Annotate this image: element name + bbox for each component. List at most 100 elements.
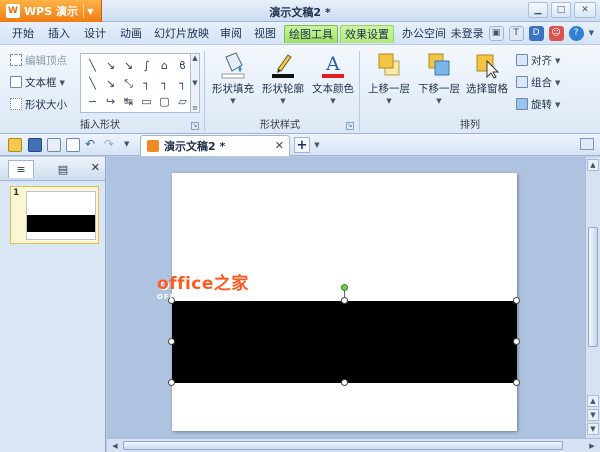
chevron-down-icon[interactable]: ▼: [589, 29, 594, 37]
text-color-button[interactable]: A 文本颜色 ▼: [308, 51, 358, 105]
close-button[interactable]: ✕: [574, 2, 596, 18]
line-shape-icon[interactable]: ╲: [84, 57, 101, 74]
tab-view[interactable]: 视图: [250, 25, 280, 43]
customize-toolbar-icon[interactable]: ▼: [124, 138, 138, 152]
chevron-left-icon[interactable]: ◀: [109, 440, 121, 451]
minimize-button[interactable]: ▁: [528, 2, 548, 18]
next-slide-icon[interactable]: ▼: [587, 409, 599, 421]
chevron-down-icon[interactable]: ▼: [312, 137, 322, 153]
close-icon[interactable]: ✕: [91, 161, 100, 174]
tab-insert[interactable]: 插入: [44, 25, 74, 43]
tab-animation[interactable]: 动画: [116, 25, 146, 43]
resize-handle-e[interactable]: [513, 338, 520, 345]
freeform-shape-icon[interactable]: ⌂: [156, 57, 173, 74]
dialog-launcher-icon[interactable]: ↘: [191, 122, 199, 130]
rotate-button[interactable]: 旋转 ▼: [516, 95, 560, 113]
resize-handle-sw[interactable]: [168, 379, 175, 386]
tab-design[interactable]: 设计: [80, 25, 110, 43]
chevron-right-icon[interactable]: ▶: [586, 440, 598, 451]
tab-start[interactable]: 开始: [8, 25, 38, 43]
resize-handle-se[interactable]: [513, 379, 520, 386]
group-separator: [359, 51, 360, 131]
shape-fill-button[interactable]: 形状填充 ▼: [208, 51, 258, 105]
elbow-arrow-icon[interactable]: ┐: [156, 75, 173, 92]
horizontal-scrollbar[interactable]: ◀ ▶: [107, 438, 600, 452]
slide-thumbnail[interactable]: 1: [10, 186, 99, 244]
new-tab-button[interactable]: +: [294, 137, 310, 153]
size-icon: [10, 98, 22, 110]
previous-slide-icon[interactable]: ▼: [587, 423, 599, 435]
chevron-up-icon[interactable]: ▲: [192, 54, 197, 62]
tab-review[interactable]: 审阅: [216, 25, 246, 43]
curve-shape-icon[interactable]: ∫: [138, 57, 155, 74]
slide-number: 1: [13, 188, 20, 198]
chevron-down-icon[interactable]: ▲: [587, 395, 599, 407]
shape-size-button[interactable]: 形状大小: [10, 95, 67, 113]
window-layout-icon[interactable]: [580, 138, 594, 150]
scribble-shape-icon[interactable]: ϐ: [174, 57, 191, 74]
bring-forward-button[interactable]: 上移一层 ▼: [364, 51, 414, 105]
text-box-button[interactable]: 文本框 ▼: [10, 73, 65, 91]
chevron-down-icon[interactable]: ▼: [192, 79, 197, 87]
shape-outline-button[interactable]: 形状轮廓 ▼: [258, 51, 308, 105]
print-preview-icon[interactable]: [66, 138, 80, 152]
slide[interactable]: [168, 173, 520, 431]
chevron-down-icon: ▼: [59, 78, 65, 87]
edit-vertex-button[interactable]: 编辑顶点: [10, 51, 67, 69]
slides-tab-icon[interactable]: ≡: [8, 160, 34, 178]
line-shape-icon[interactable]: ╲: [84, 75, 101, 92]
rounded-rect-shape-icon[interactable]: ▢: [156, 93, 173, 110]
redo-icon[interactable]: ↷: [104, 138, 118, 152]
curved-arrow-icon[interactable]: ↪: [102, 93, 119, 110]
resize-handle-ne[interactable]: [513, 297, 520, 304]
docer-icon[interactable]: D: [528, 25, 544, 41]
tab-slideshow[interactable]: 幻灯片放映: [150, 25, 213, 43]
gallery-scroll[interactable]: ▲ ▼ ≡: [190, 53, 200, 113]
shirt-icon[interactable]: T: [508, 25, 524, 41]
open-folder-icon[interactable]: [8, 138, 22, 152]
align-button[interactable]: 对齐 ▼: [516, 51, 560, 69]
resize-handle-s[interactable]: [341, 379, 348, 386]
align-icon: [516, 54, 528, 66]
vertical-scroll-thumb[interactable]: [588, 227, 598, 347]
arrow-shape-icon[interactable]: ↘: [102, 57, 119, 74]
print-icon[interactable]: [47, 138, 61, 152]
curved-connector-icon[interactable]: ∽: [84, 93, 101, 110]
curved-double-arrow-icon[interactable]: ↹: [120, 93, 137, 110]
skin-icon[interactable]: ▣: [488, 25, 504, 41]
maximize-button[interactable]: □: [551, 2, 571, 18]
undo-icon[interactable]: ↶: [85, 138, 99, 152]
tab-office-space[interactable]: 办公空间: [398, 25, 450, 43]
login-link[interactable]: 未登录: [451, 25, 484, 41]
selection-pane-button[interactable]: 选择窗格: [462, 51, 512, 96]
outline-tab-icon[interactable]: ▤: [50, 160, 76, 178]
double-arrow-shape-icon[interactable]: ⤡: [120, 75, 137, 92]
elbow-connector-icon[interactable]: ┐: [138, 75, 155, 92]
feedback-icon[interactable]: ☺: [548, 25, 564, 41]
chevron-up-icon[interactable]: ▲: [587, 159, 599, 171]
rotation-handle[interactable]: [341, 284, 348, 291]
horizontal-scroll-thumb[interactable]: [123, 441, 563, 450]
tab-drawing-tools[interactable]: 绘图工具: [284, 25, 338, 43]
close-icon[interactable]: ✕: [275, 139, 284, 152]
vertex-icon: [10, 54, 22, 66]
selected-rectangle-shape[interactable]: [172, 301, 517, 383]
rectangle-shape-icon[interactable]: ▭: [138, 93, 155, 110]
document-tab-label: 演示文稿2 *: [164, 140, 226, 153]
elbow-double-arrow-icon[interactable]: ┐: [174, 75, 191, 92]
dialog-launcher-icon[interactable]: ↘: [346, 122, 354, 130]
vertical-scrollbar[interactable]: ▲ ▲ ▼ ▼: [585, 157, 600, 438]
gallery-expand-icon[interactable]: ≡: [192, 104, 198, 112]
arrow-shape-icon[interactable]: ↘: [102, 75, 119, 92]
arrow-shape-icon[interactable]: ↘: [120, 57, 137, 74]
resize-handle-w[interactable]: [168, 338, 175, 345]
tab-effect-settings[interactable]: 效果设置: [340, 25, 394, 43]
parallelogram-shape-icon[interactable]: ▱: [174, 93, 191, 110]
send-backward-button[interactable]: 下移一层 ▼: [414, 51, 464, 105]
save-icon[interactable]: [28, 138, 42, 152]
document-tab[interactable]: 演示文稿2 * ✕: [140, 135, 290, 156]
help-icon[interactable]: ?: [568, 25, 584, 41]
resize-handle-n[interactable]: [341, 297, 348, 304]
group-button[interactable]: 组合 ▼: [516, 73, 560, 91]
thumbnail-preview: [26, 191, 96, 240]
